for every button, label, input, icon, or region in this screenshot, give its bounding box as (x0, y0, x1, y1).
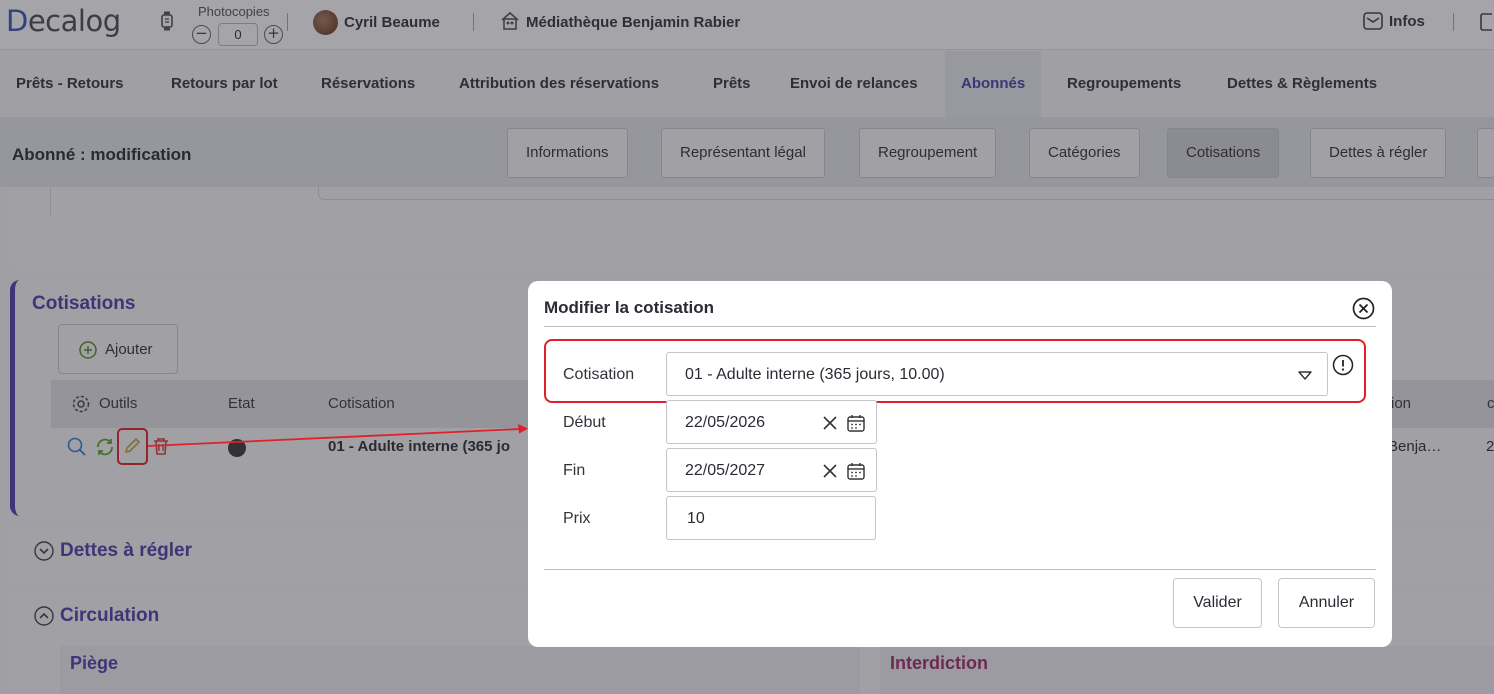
cancel-button[interactable]: Annuler (1278, 578, 1375, 628)
fin-date-value: 22/05/2027 (685, 462, 766, 479)
calendar-icon[interactable] (846, 413, 866, 433)
close-icon[interactable] (1352, 297, 1375, 320)
cotisation-annotation-box (544, 339, 1366, 403)
validate-button[interactable]: Valider (1173, 578, 1262, 628)
dialog-title: Modifier la cotisation (544, 298, 715, 317)
fin-label: Fin (563, 462, 586, 479)
clear-icon[interactable] (820, 413, 840, 433)
clear-icon[interactable] (820, 461, 840, 481)
fin-date-input[interactable]: 22/05/2027 (666, 448, 877, 492)
calendar-icon[interactable] (846, 461, 866, 481)
divider (544, 326, 1376, 327)
edit-cotisation-dialog: Modifier la cotisation Cotisation 01 - A… (528, 281, 1392, 647)
prix-label: Prix (563, 510, 591, 527)
divider (544, 569, 1376, 570)
debut-label: Début (563, 414, 606, 431)
debut-date-value: 22/05/2026 (685, 414, 766, 431)
debut-date-input[interactable]: 22/05/2026 (666, 400, 877, 444)
prix-input[interactable]: 10 (666, 496, 876, 540)
prix-value: 10 (687, 510, 705, 527)
